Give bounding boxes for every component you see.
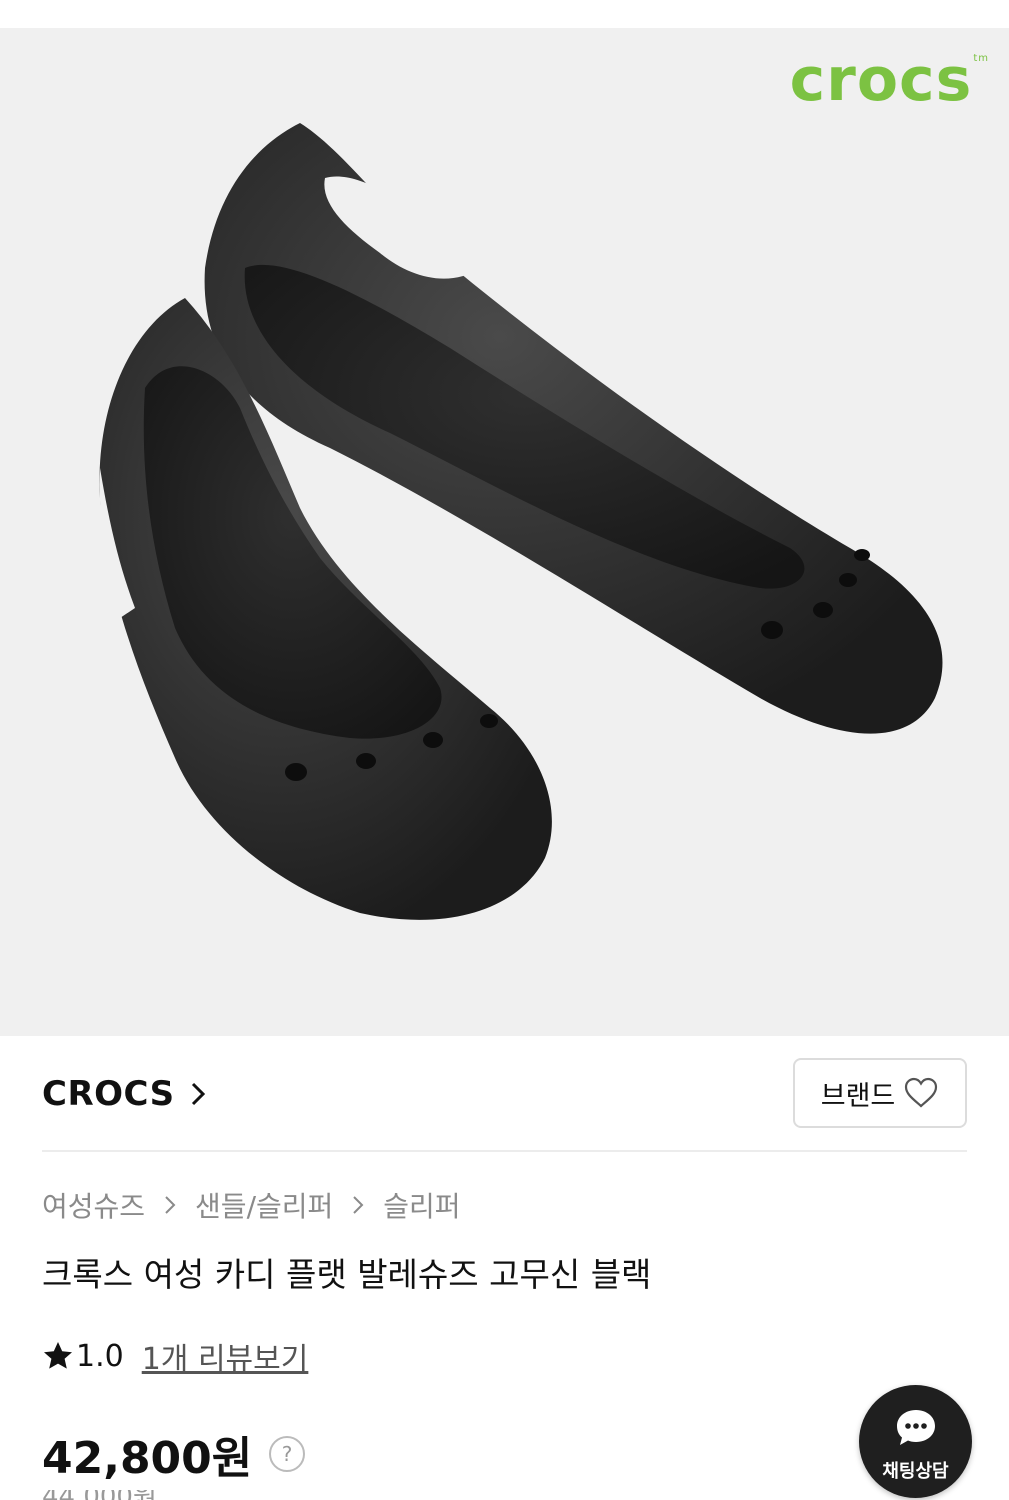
- price-row: 42,800원 ?: [42, 1422, 306, 1486]
- brand-follow-label: 브랜드: [820, 1080, 896, 1112]
- rating-row: 1.0 1개 리뷰보기: [42, 1334, 308, 1378]
- original-price: 44,000원: [42, 1490, 182, 1500]
- chat-bubble-icon: [897, 1410, 935, 1445]
- question-circle-icon[interactable]: ?: [268, 1435, 306, 1473]
- brand-link[interactable]: CROCS: [42, 1074, 207, 1114]
- chat-consult-button[interactable]: 채팅상담: [859, 1385, 972, 1498]
- product-image[interactable]: crocstm: [0, 28, 1009, 1036]
- sale-price: 42,800원: [42, 1433, 253, 1484]
- breadcrumb-item[interactable]: 슬리퍼: [383, 1185, 460, 1225]
- breadcrumb-item[interactable]: 샌들/슬리퍼: [195, 1185, 333, 1225]
- product-title: 크록스 여성 카디 플랫 발레슈즈 고무신 블랙: [42, 1255, 652, 1294]
- chevron-right-icon: [165, 1196, 176, 1214]
- brand-name: CROCS: [42, 1074, 175, 1114]
- star-icon: [44, 1342, 72, 1369]
- chevron-right-icon: [191, 1082, 205, 1106]
- crocs-shoes-illustration: [99, 123, 943, 920]
- svg-text:?: ?: [282, 1442, 293, 1466]
- divider: [42, 1150, 967, 1152]
- review-link[interactable]: 1개 리뷰보기: [142, 1334, 309, 1378]
- chevron-right-icon: [353, 1196, 364, 1214]
- breadcrumb: 여성슈즈 샌들/슬리퍼 슬리퍼: [42, 1185, 461, 1225]
- chat-consult-label: 채팅상담: [882, 1461, 949, 1482]
- breadcrumb-item[interactable]: 여성슈즈: [42, 1185, 145, 1225]
- rating-value: 1.0: [76, 1338, 124, 1374]
- heart-outline-icon: [905, 1077, 938, 1108]
- brand-row: CROCS 브랜드: [42, 1058, 967, 1128]
- brand-follow-button[interactable]: 브랜드: [793, 1058, 967, 1128]
- crocs-logo: crocstm: [789, 45, 989, 115]
- status-bar-area: [0, 0, 1009, 28]
